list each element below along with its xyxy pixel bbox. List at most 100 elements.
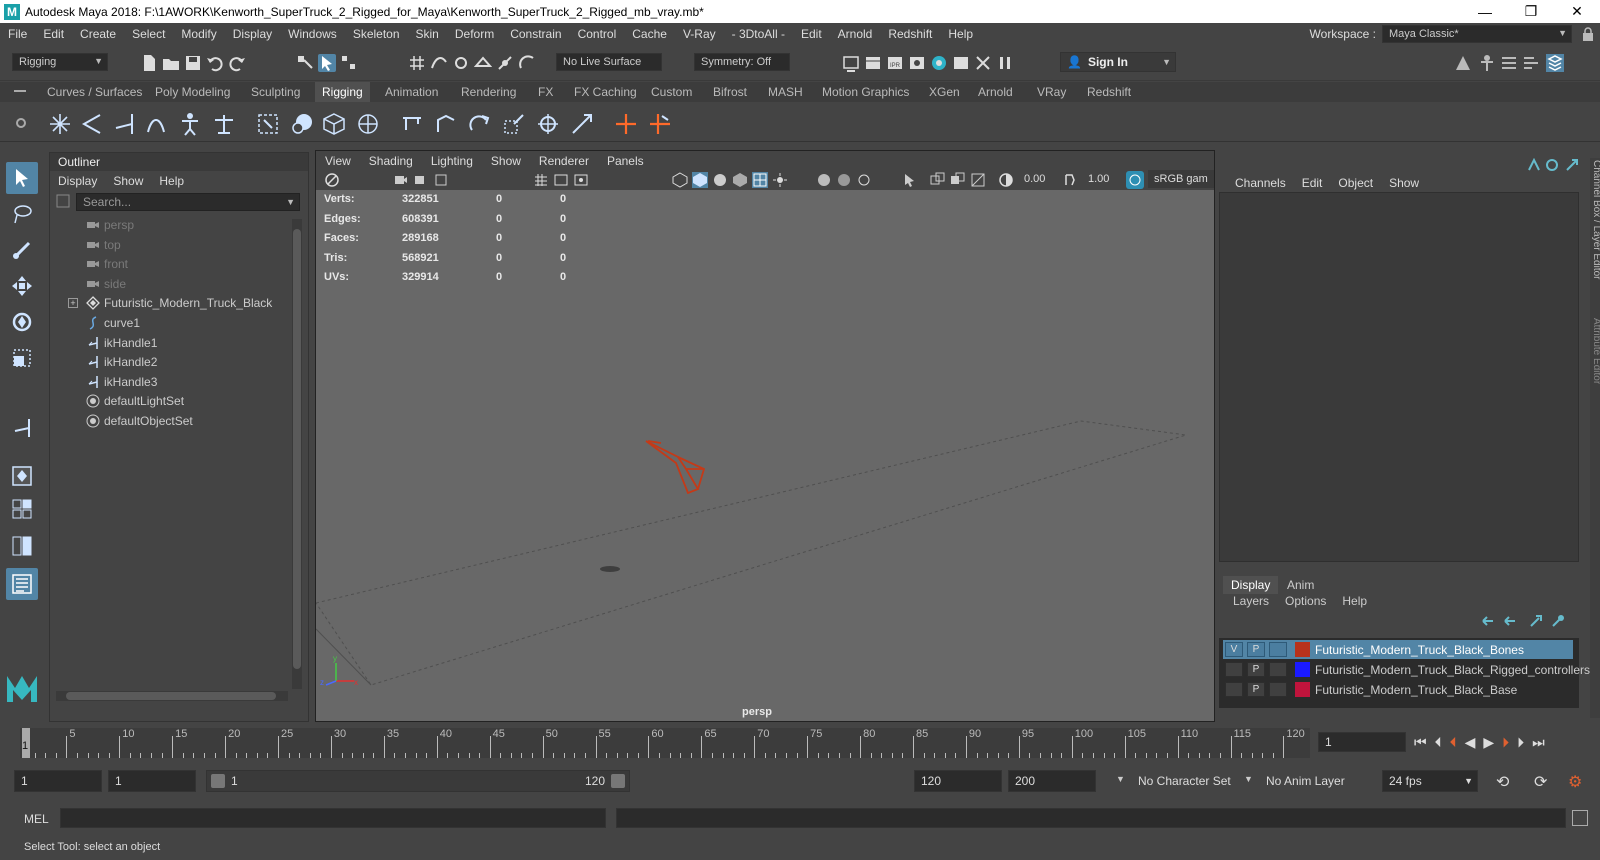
scale-tool-icon[interactable] (6, 342, 38, 374)
new-scene-icon[interactable] (140, 54, 158, 72)
shelf-tab[interactable]: MASH (761, 82, 810, 102)
close-icon[interactable]: ✕ (1554, 0, 1600, 23)
time-slider[interactable]: 5 10 15 20 25 30 35 40 45 50 55 60 65 70 75 80 85 90 95 100… (0, 724, 1600, 760)
new-layer-selected-icon[interactable] (1551, 614, 1565, 628)
scroll-thumb[interactable] (66, 692, 276, 700)
step-forward-key-icon[interactable]: ⏵ (1502, 734, 1509, 751)
aim-constraint-icon[interactable] (536, 112, 560, 136)
outliner-menu-item[interactable]: Help (151, 174, 192, 188)
shelf-menu-icon[interactable] (14, 90, 26, 92)
layer-tab[interactable]: Display (1223, 576, 1279, 594)
shelf-tab[interactable]: Rigging (315, 82, 370, 102)
save-scene-icon[interactable] (184, 54, 202, 72)
step-back-icon[interactable]: ⏴ (1435, 734, 1442, 751)
menu-item[interactable]: Redshift (880, 27, 940, 41)
minimize-icon[interactable]: — (1462, 0, 1508, 23)
visibility-toggle[interactable] (1225, 662, 1243, 677)
character-set-dropdown[interactable]: No Character Set (1132, 770, 1236, 792)
menu-item[interactable]: Constrain (502, 27, 569, 41)
display-type-toggle[interactable] (1269, 682, 1287, 697)
auto-key-icon[interactable]: ⟳ (1534, 772, 1547, 792)
vray-frame-buffer-icon[interactable] (952, 54, 970, 72)
modeling-toolkit-icon[interactable] (1454, 54, 1472, 72)
play-backwards-icon[interactable]: ◀ (1465, 734, 1476, 751)
outliner-item[interactable]: ikHandle3 (50, 372, 290, 392)
channel-box-menu-item[interactable]: Channels (1227, 176, 1294, 190)
step-forward-icon[interactable]: ⏵ (1517, 734, 1524, 751)
outliner-item[interactable]: defaultObjectSet (50, 411, 290, 431)
move-layer-down-icon[interactable] (1503, 614, 1517, 628)
outliner-horizontal-scrollbar[interactable] (56, 691, 288, 701)
playback-start-field[interactable]: 1 (108, 770, 196, 792)
menu-item[interactable]: Edit (793, 27, 830, 41)
bind-skin-icon[interactable] (256, 112, 280, 136)
workspace-dropdown[interactable]: Maya Classic* ▼ (1382, 25, 1572, 43)
new-layer-icon[interactable] (1529, 614, 1543, 628)
paint-select-tool-icon[interactable] (6, 234, 38, 266)
channel-box-toggle-icon[interactable] (1527, 157, 1541, 172)
move-layer-up-icon[interactable] (1481, 614, 1495, 628)
shelf-settings-icon[interactable] (14, 116, 28, 130)
range-start-handle[interactable] (211, 774, 225, 788)
outliner-item[interactable]: side (50, 274, 290, 294)
playback-toggle[interactable]: P (1247, 662, 1265, 677)
quick-rig-icon[interactable] (178, 112, 202, 136)
shelf-tab[interactable]: Rendering (454, 82, 523, 102)
open-scene-icon[interactable] (162, 54, 180, 72)
range-end-handle[interactable] (611, 774, 625, 788)
select-component-icon[interactable] (340, 54, 358, 72)
shelf-tab[interactable]: FX (531, 82, 560, 102)
channel-box-icon[interactable] (1546, 54, 1564, 72)
expand-icon[interactable]: + (68, 298, 78, 309)
last-tool-icon[interactable] (6, 412, 38, 444)
menu-item[interactable]: Windows (280, 27, 345, 41)
shelf-tab[interactable]: FX Caching (567, 82, 644, 102)
shelf-tab[interactable]: VRay (1030, 82, 1073, 102)
outliner-search-input[interactable]: Search... ▼ (76, 193, 300, 211)
parent-constraint-icon[interactable] (400, 112, 424, 136)
select-tool-icon[interactable] (6, 162, 38, 194)
select-object-icon[interactable] (318, 54, 336, 72)
outliner-persp-layout-icon[interactable] (6, 530, 38, 562)
scale-constraint-icon[interactable] (502, 112, 526, 136)
restore-icon[interactable]: ❐ (1508, 0, 1554, 23)
filter-icon[interactable] (56, 194, 70, 208)
symmetry-dropdown[interactable]: Symmetry: Off (694, 53, 790, 71)
lock-icon[interactable] (1582, 27, 1594, 41)
snap-normal-icon[interactable] (518, 54, 536, 72)
layer-menu-item[interactable]: Layers (1225, 594, 1277, 608)
layer-color-swatch[interactable] (1295, 682, 1310, 697)
layer-color-swatch[interactable] (1295, 662, 1310, 677)
four-view-layout-icon[interactable] (6, 494, 38, 524)
render-current-frame-icon[interactable] (864, 54, 882, 72)
menu-item[interactable]: Edit (35, 27, 72, 41)
render-settings-icon[interactable] (908, 54, 926, 72)
render-view-icon[interactable] (842, 54, 860, 72)
shelf-tab[interactable]: Bifrost (706, 82, 754, 102)
current-time-field[interactable]: 1 (1318, 732, 1406, 752)
outliner-item[interactable]: defaultLightSet (50, 391, 290, 411)
outliner-menu-item[interactable]: Show (105, 174, 151, 188)
move-tool-icon[interactable] (6, 270, 38, 302)
channel-box-menu-item[interactable]: Edit (1294, 176, 1331, 190)
loop-icon[interactable]: ⟲ (1496, 772, 1509, 792)
shelf-tab[interactable]: Curves / Surfaces (40, 82, 149, 102)
fps-dropdown[interactable]: 24 fps ▼ (1382, 770, 1478, 792)
select-hierarchy-icon[interactable] (296, 54, 314, 72)
layer-row[interactable]: V P Futuristic_Modern_Truck_Black_Bones (1223, 640, 1573, 659)
undo-icon[interactable] (206, 54, 224, 72)
snap-grid-icon[interactable] (408, 54, 426, 72)
menu-item[interactable]: Select (124, 27, 173, 41)
time-ruler[interactable]: 5 10 15 20 25 30 35 40 45 50 55 60 65 70 75 80 85 90 95 100… (20, 728, 1310, 758)
animation-end-field[interactable]: 200 (1008, 770, 1096, 792)
layer-menu-item[interactable]: Help (1334, 594, 1375, 608)
play-forwards-icon[interactable]: ▶ (1483, 734, 1494, 751)
command-language-label[interactable]: MEL (24, 812, 49, 826)
channel-box-layer-editor-tab[interactable]: Channel Box / Layer Editor (1591, 160, 1600, 280)
locator-icon[interactable] (614, 112, 638, 136)
playback-end-field[interactable]: 120 (914, 770, 1002, 792)
ik-spline-handle-icon[interactable] (144, 112, 168, 136)
render-sequence-icon[interactable] (974, 54, 992, 72)
chevron-down-icon[interactable]: ▼ (1244, 774, 1253, 784)
shelf-tab[interactable]: Poly Modeling (148, 82, 237, 102)
